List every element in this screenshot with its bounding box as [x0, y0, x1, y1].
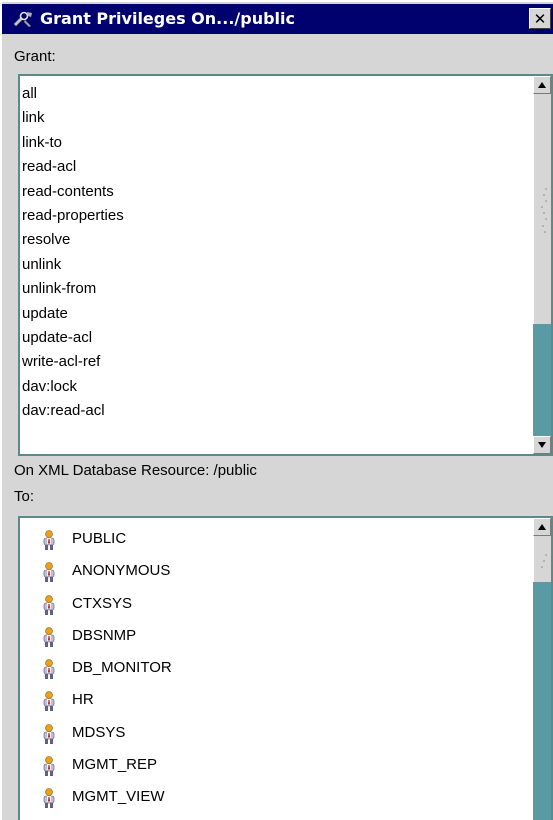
user-icon: [43, 723, 55, 744]
list-item[interactable]: MGMT_VIEW: [22, 782, 529, 814]
list-item[interactable]: MDSYS: [22, 718, 529, 750]
wrench-tools-icon: [13, 11, 32, 27]
title-bar[interactable]: Grant Privileges On.../public ✕: [2, 4, 553, 34]
arrow-up-icon: [538, 524, 546, 530]
list-item[interactable]: write-acl-ref: [22, 350, 529, 374]
window-title: Grant Privileges On.../public: [40, 9, 295, 28]
grant-label: Grant:: [14, 48, 56, 65]
grantee-list[interactable]: PUBLIC ANONYMOUS CTXSYS DBSNMP DB_MONITO…: [18, 516, 553, 820]
list-item[interactable]: all: [22, 82, 529, 106]
list-item[interactable]: DB_MONITOR: [22, 653, 529, 685]
list-item[interactable]: ANONYMOUS: [22, 556, 529, 588]
grantee-name: HR: [72, 691, 94, 709]
resource-label: On XML Database Resource: /public: [14, 462, 257, 479]
grant-scroll-thumb[interactable]: [533, 94, 551, 324]
grantee-name: DBSNMP: [72, 626, 137, 644]
list-item[interactable]: update: [22, 302, 529, 326]
list-item[interactable]: DBSNMP: [22, 621, 529, 653]
user-icon: [43, 788, 55, 809]
scroll-up-button[interactable]: [533, 76, 551, 94]
list-item[interactable]: PUBLIC: [22, 524, 529, 556]
grantee-name: MDSYS: [72, 723, 126, 741]
to-scrollbar[interactable]: [533, 518, 551, 820]
scroll-down-button[interactable]: [533, 436, 551, 454]
to-label: To:: [14, 488, 35, 505]
grip-icon: [541, 554, 547, 568]
list-item[interactable]: HR: [22, 685, 529, 717]
list-item[interactable]: update-acl: [22, 326, 529, 350]
list-item[interactable]: link-to: [22, 131, 529, 155]
grant-scrollbar[interactable]: [533, 76, 551, 454]
list-item[interactable]: unlink: [22, 253, 529, 277]
to-scroll-thumb[interactable]: [533, 536, 551, 582]
grant-privileges-list[interactable]: all link link-to read-acl read-contents read-…: [18, 74, 553, 456]
grantee-name: MGMT_REP: [72, 756, 158, 774]
grantee-name: ANONYMOUS: [72, 562, 171, 580]
close-icon: ✕: [533, 9, 547, 28]
user-icon: [43, 756, 55, 777]
arrow-down-icon: [538, 442, 546, 448]
user-icon: [43, 691, 55, 712]
list-item[interactable]: CTXSYS: [22, 589, 529, 621]
user-icon: [43, 594, 55, 615]
grip-icon: [541, 188, 547, 233]
grant-privileges-dialog: Grant Privileges On.../public ✕ Grant: a…: [0, 0, 553, 820]
arrow-up-icon: [538, 82, 546, 88]
close-button[interactable]: ✕: [529, 8, 551, 29]
user-icon: [43, 659, 55, 680]
grantee-name: MGMT_VIEW: [72, 788, 165, 806]
user-icon: [43, 627, 55, 647]
list-item[interactable]: dav:lock: [22, 375, 529, 399]
list-item[interactable]: dav:read-acl: [22, 399, 529, 423]
user-icon: [43, 562, 55, 583]
list-item[interactable]: unlink-from: [22, 277, 529, 301]
user-icon: [43, 530, 55, 550]
list-item[interactable]: resolve: [22, 228, 529, 252]
list-item[interactable]: MGMT_REP: [22, 750, 529, 782]
grantee-name: CTXSYS: [72, 594, 133, 612]
list-item[interactable]: link: [22, 106, 529, 130]
grantee-name: PUBLIC: [72, 530, 127, 547]
list-item[interactable]: read-acl: [22, 155, 529, 179]
scroll-up-button[interactable]: [533, 518, 551, 536]
list-item[interactable]: read-contents: [22, 180, 529, 204]
list-item[interactable]: read-properties: [22, 204, 529, 228]
grantee-name: DB_MONITOR: [72, 659, 172, 677]
